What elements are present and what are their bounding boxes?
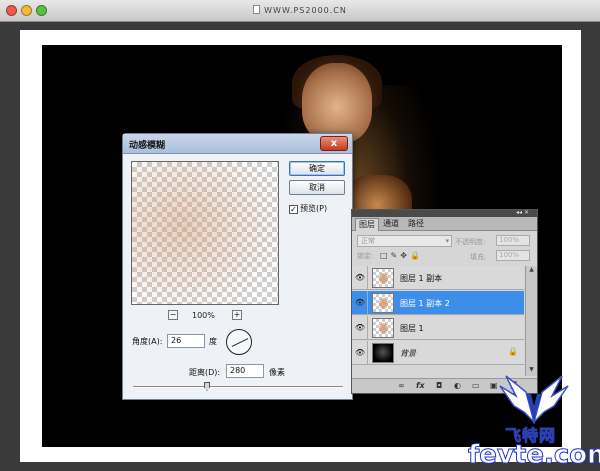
scroll-up-icon[interactable]: ▲ [526, 266, 537, 276]
chevron-down-icon: ▾ [445, 237, 449, 245]
lock-icon: 🔒 [508, 347, 518, 356]
fill-label: 填充: [470, 253, 487, 261]
dialog-body: − 100% + 确定 取消 ✓ 预览(P) 角度(A): 26 度 距离(D):… [123, 154, 352, 399]
collapse-panel-icon[interactable]: ◂◂ ✕ [516, 209, 529, 216]
link-icon[interactable]: ∞ [398, 381, 405, 390]
tab-layers[interactable]: 图层 [355, 218, 379, 231]
lock-options-icons[interactable]: □✎✥🔒 [380, 251, 423, 260]
filter-preview[interactable] [131, 161, 279, 305]
fx-icon[interactable]: fx [416, 381, 425, 390]
watermark-logo-icon [499, 375, 569, 424]
dialog-titlebar[interactable]: 动感模糊 x [123, 134, 352, 154]
distance-slider-thumb[interactable] [204, 382, 210, 391]
document-icon [253, 5, 261, 14]
opacity-label: 不透明度: [455, 238, 486, 246]
distance-input[interactable]: 280 [226, 364, 264, 378]
tab-channels[interactable]: 通道 [380, 218, 402, 231]
preview-checkbox-row[interactable]: ✓ 预览(P) [289, 203, 327, 214]
motion-blur-dialog: 动感模糊 x − 100% + 确定 取消 ✓ 预览(P) 角度(A): 26 度 [122, 133, 353, 400]
layer-row[interactable]: 👁 图层 1 副本 [352, 266, 524, 290]
ok-button[interactable]: 确定 [289, 161, 345, 176]
layer-row[interactable]: 👁 图层 1 [352, 316, 524, 340]
watermark-en-text: fevte.com [467, 440, 600, 471]
preview-image [132, 162, 278, 304]
angle-input[interactable]: 26 [167, 334, 205, 348]
opacity-input[interactable]: 100% [496, 235, 530, 246]
dialog-close-button[interactable]: x [320, 136, 348, 151]
preview-label: 预览(P) [300, 204, 328, 213]
zoom-value: 100% [192, 311, 215, 320]
preview-checkbox[interactable]: ✓ [289, 205, 298, 214]
angle-unit: 度 [209, 337, 217, 346]
layer-name: 图层 1 [400, 324, 424, 333]
mac-titlebar: WWW.PS2000.CN [0, 0, 600, 22]
zoom-out-button[interactable]: − [168, 310, 178, 320]
distance-unit: 像素 [269, 368, 285, 377]
dialog-title: 动感模糊 [129, 141, 166, 151]
angle-label: 角度(A): [132, 337, 163, 346]
layer-name: 图层 1 副本 2 [400, 299, 450, 308]
portrait-face [302, 63, 372, 143]
eye-icon[interactable]: 👁 [353, 291, 368, 315]
angle-dial[interactable] [226, 329, 252, 355]
watermark: 飞特网 fevte.com [467, 372, 600, 471]
fill-input[interactable]: 100% [496, 250, 530, 261]
layer-options: 正常 ▾ 不透明度: 100% 锁定: □✎✥🔒 填充: 100% [352, 232, 537, 264]
zoom-controls: − 100% + [168, 310, 248, 322]
eye-icon[interactable]: 👁 [353, 341, 368, 365]
layers-scrollbar[interactable]: ▲ ▼ [525, 266, 537, 376]
panel-tabs: 图层 通道 路径 [352, 217, 537, 231]
eye-icon[interactable]: 👁 [353, 316, 368, 340]
layer-name: 图层 1 副本 [400, 274, 443, 283]
blend-mode-select[interactable]: 正常 ▾ [357, 235, 452, 247]
photoshop-window: WWW.PS2000.CN 动感模糊 x − 100% + 确定 取消 ✓预览 [0, 0, 600, 471]
layer-row-selected[interactable]: 👁 图层 1 副本 2 [352, 291, 524, 315]
adjustment-icon[interactable]: ◐ [454, 381, 461, 390]
window-title: WWW.PS2000.CN [0, 5, 600, 15]
layer-name: 背景 [400, 349, 416, 358]
mask-icon[interactable]: ◘ [436, 381, 442, 390]
layer-thumbnail [372, 343, 394, 363]
lock-label: 锁定: [357, 252, 374, 260]
layer-thumbnail [372, 293, 394, 313]
zoom-in-button[interactable]: + [232, 310, 242, 320]
panel-header[interactable]: ◂◂ ✕ [352, 209, 537, 217]
layers-panel: ◂◂ ✕ 图层 通道 路径 正常 ▾ 不透明度: 100% 锁定: □✎✥🔒 填… [351, 209, 538, 394]
layer-thumbnail [372, 318, 394, 338]
distance-slider-track[interactable] [133, 386, 343, 388]
distance-label: 距离(D): [189, 368, 221, 377]
angle-dial-indicator [231, 338, 249, 347]
layers-list: 👁 图层 1 副本 👁 图层 1 副本 2 👁 图层 1 👁 背景 🔒 [352, 266, 537, 366]
background-layer-row[interactable]: 👁 背景 🔒 [352, 341, 524, 365]
layer-thumbnail [372, 268, 394, 288]
tab-paths[interactable]: 路径 [405, 218, 427, 231]
cancel-button[interactable]: 取消 [289, 180, 345, 195]
eye-icon[interactable]: 👁 [353, 266, 368, 290]
